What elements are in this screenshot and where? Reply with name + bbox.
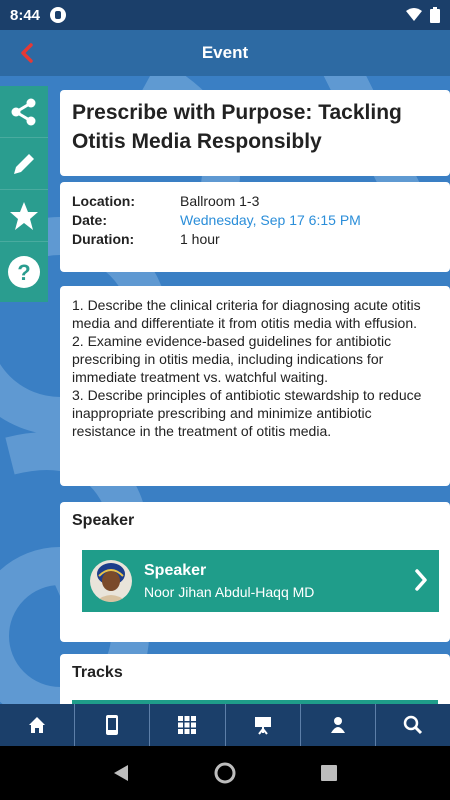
speaker-card: Speaker Speaker Noor Jihan Abdul-Haqq MD: [60, 502, 450, 642]
tracks-heading: Tracks: [72, 664, 123, 681]
page-title: Event: [201, 43, 249, 62]
favorite-button[interactable]: [0, 190, 48, 242]
star-icon: [10, 201, 38, 230]
duration-row: Duration: 1 hour: [72, 230, 438, 249]
nav-exhibitors[interactable]: [226, 704, 301, 746]
status-bar: 8:44: [0, 0, 450, 30]
search-icon: [403, 715, 422, 735]
help-icon: ?: [8, 256, 40, 288]
share-button[interactable]: [0, 86, 48, 138]
system-recents-icon[interactable]: [320, 764, 338, 782]
objective-2: 2. Examine evidence-based guidelines for…: [72, 333, 392, 385]
chevron-right-icon: [415, 569, 427, 591]
event-description-card: 1. Describe the clinical criteria for di…: [60, 286, 450, 486]
speaker-avatar: [90, 560, 132, 602]
event-title-card: Prescribe with Purpose: Tackling Otitis …: [60, 90, 450, 176]
back-arrow-icon: [21, 43, 33, 63]
tracks-card: Tracks: [60, 654, 450, 704]
date-label: Date:: [72, 212, 108, 228]
home-icon: [29, 717, 46, 733]
speaker-list-item[interactable]: Speaker Noor Jihan Abdul-Haqq MD: [82, 550, 439, 612]
edit-icon: [14, 153, 34, 174]
wifi-icon: [406, 8, 422, 21]
system-back-icon[interactable]: [112, 763, 130, 783]
event-content[interactable]: ? Prescribe with Purpose: Tackling Otiti…: [0, 76, 450, 704]
location-row: Location: Ballroom 1-3: [72, 192, 438, 211]
location-value: Ballroom 1-3: [180, 193, 260, 209]
svg-text:?: ?: [17, 260, 30, 285]
notes-button[interactable]: [0, 138, 48, 190]
date-row: Date: Wednesday, Sep 17 6:15 PM: [72, 211, 438, 230]
share-icon: [11, 98, 36, 125]
event-info-card: Location: Ballroom 1-3 Date: Wednesday, …: [60, 182, 450, 272]
speaker-text: Speaker Noor Jihan Abdul-Haqq MD: [144, 562, 314, 600]
nav-search[interactable]: [376, 704, 450, 746]
nav-schedule[interactable]: [150, 704, 226, 746]
duration-value: 1 hour: [180, 231, 220, 247]
system-home-icon[interactable]: [214, 762, 236, 784]
bottom-navigation: [0, 704, 450, 746]
app-bar: Event: [0, 30, 450, 76]
track-list-item[interactable]: [72, 700, 438, 704]
phone-icon: [106, 715, 119, 735]
location-label: Location:: [72, 193, 135, 209]
app-notification-icon: [50, 7, 67, 23]
nav-phone[interactable]: [75, 704, 151, 746]
event-title: Prescribe with Purpose: Tackling Otitis …: [72, 101, 402, 153]
grid-icon: [178, 716, 197, 734]
date-link[interactable]: Wednesday, Sep 17 6:15 PM: [180, 211, 361, 230]
nav-sponsors[interactable]: [301, 704, 376, 746]
battery-icon: [430, 7, 440, 23]
duration-label: Duration:: [72, 231, 135, 247]
sponsor-icon: [330, 717, 345, 733]
back-button[interactable]: [12, 38, 42, 68]
speaker-name: Noor Jihan Abdul-Haqq MD: [144, 584, 315, 600]
status-time: 8:44: [10, 6, 41, 24]
nav-home[interactable]: [0, 704, 76, 746]
side-action-rail: ?: [0, 86, 48, 302]
status-icons: [406, 7, 440, 23]
presentation-icon: [254, 717, 271, 735]
objective-1: 1. Describe the clinical criteria for di…: [72, 297, 421, 331]
speaker-heading: Speaker: [72, 512, 135, 529]
help-button[interactable]: ?: [0, 242, 48, 302]
objective-3: 3. Describe principles of antibiotic ste…: [72, 387, 422, 439]
speaker-role: Speaker: [144, 562, 207, 579]
system-navigation-bar: [0, 746, 450, 800]
